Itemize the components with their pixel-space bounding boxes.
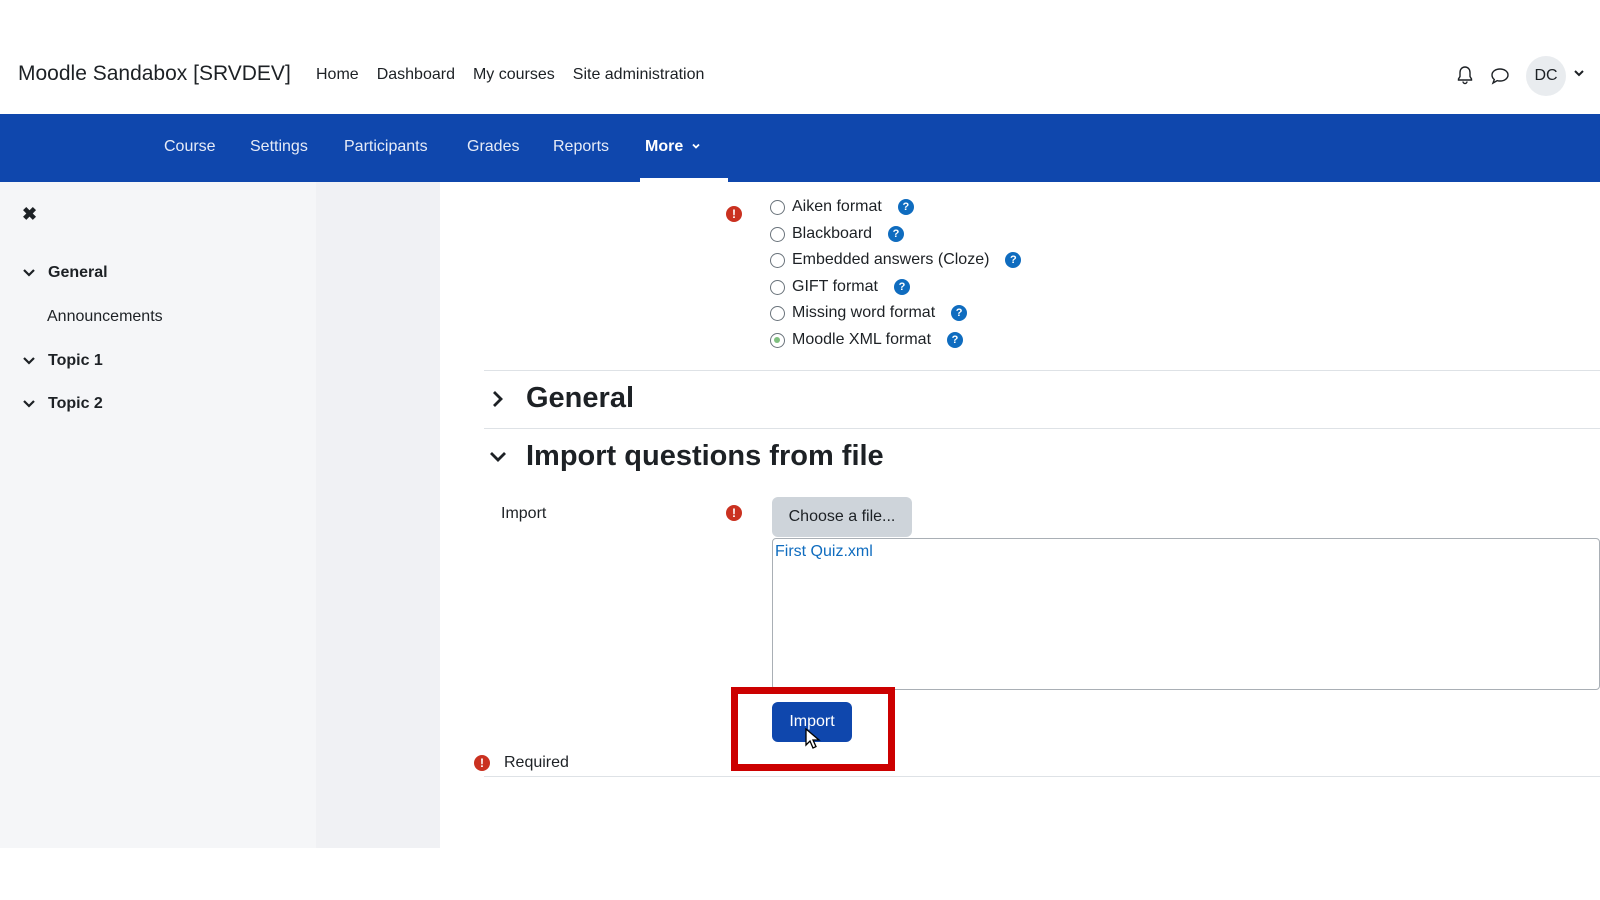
format-label[interactable]: Aiken format [792, 198, 882, 216]
divider [484, 428, 1600, 429]
close-icon[interactable]: ✖ [22, 204, 37, 225]
tab-participants[interactable]: Participants [344, 138, 428, 156]
tab-course[interactable]: Course [164, 138, 216, 156]
tab-grades[interactable]: Grades [467, 138, 519, 156]
radio-button[interactable] [770, 279, 785, 295]
section-title[interactable]: Import questions from file [526, 440, 884, 473]
chevron-down-icon[interactable] [488, 447, 508, 467]
drawer-section-topic-1[interactable]: Topic 1 [22, 352, 103, 370]
format-option-moodle-xml[interactable]: Moodle XML format ? [770, 331, 964, 349]
tab-reports[interactable]: Reports [553, 138, 609, 156]
tab-settings[interactable]: Settings [250, 138, 308, 156]
drawer-section-label: Topic 2 [48, 395, 103, 412]
format-label[interactable]: Moodle XML format [792, 331, 931, 349]
help-icon[interactable]: ? [947, 332, 964, 348]
nav-dashboard[interactable]: Dashboard [377, 66, 455, 84]
divider [484, 370, 1600, 371]
format-option-gift[interactable]: GIFT format ? [770, 278, 910, 296]
divider [484, 776, 1600, 777]
user-tools: DC [1400, 54, 1600, 96]
secondary-navigation: Course Settings Participants Grades Repo… [0, 114, 1600, 182]
chevron-down-icon[interactable] [22, 266, 36, 280]
section-general-header[interactable]: General [488, 382, 634, 415]
required-icon: ! [474, 755, 490, 771]
format-label[interactable]: Blackboard [792, 225, 872, 243]
choose-file-button[interactable]: Choose a file... [772, 497, 912, 537]
selected-file-link[interactable]: First Quiz.xml [775, 543, 873, 561]
avatar[interactable]: DC [1526, 56, 1566, 96]
radio-button-checked[interactable] [770, 332, 785, 348]
bell-icon[interactable] [1455, 65, 1475, 85]
required-note: Required [504, 754, 569, 771]
nav-home[interactable]: Home [316, 66, 359, 84]
format-label[interactable]: Missing word format [792, 304, 935, 322]
main-content: ! Aiken format ? Blackboard ? Embedded a… [440, 182, 1600, 848]
chevron-down-icon [692, 143, 700, 149]
tab-more-label: More [645, 138, 684, 155]
format-label[interactable]: GIFT format [792, 278, 878, 296]
format-option-blackboard[interactable]: Blackboard ? [770, 225, 905, 243]
drawer-section-topic-2[interactable]: Topic 2 [22, 395, 103, 413]
tab-more[interactable]: More [645, 138, 701, 156]
chevron-right-icon[interactable] [488, 389, 508, 409]
radio-button[interactable] [770, 252, 785, 268]
format-option-missing-word[interactable]: Missing word format ? [770, 304, 968, 322]
drawer-item-announcements[interactable]: Announcements [47, 308, 163, 326]
chevron-down-icon[interactable] [22, 354, 36, 368]
drawer-section-label: General [48, 264, 108, 281]
primary-navigation: Home Dashboard My courses Site administr… [316, 66, 722, 84]
nav-my-courses[interactable]: My courses [473, 66, 555, 84]
radio-button[interactable] [770, 226, 785, 242]
section-import-header[interactable]: Import questions from file [488, 440, 884, 473]
format-option-aiken[interactable]: Aiken format ? [770, 198, 914, 216]
drawer-section-label: Topic 1 [48, 352, 103, 369]
radio-button[interactable] [770, 199, 785, 215]
chat-icon[interactable] [1490, 66, 1510, 86]
format-option-cloze[interactable]: Embedded answers (Cloze) ? [770, 251, 1022, 269]
chevron-down-icon[interactable] [1572, 66, 1586, 80]
required-icon: ! [726, 206, 742, 222]
required-icon: ! [726, 505, 742, 521]
help-icon[interactable]: ? [951, 305, 968, 321]
help-icon[interactable]: ? [893, 279, 910, 295]
page-gutter [316, 182, 440, 848]
file-drop-area[interactable]: First Quiz.xml [772, 538, 1600, 690]
mouse-cursor-icon [805, 728, 821, 749]
section-title[interactable]: General [526, 382, 634, 415]
format-label[interactable]: Embedded answers (Cloze) [792, 251, 989, 269]
import-field-label: Import [501, 505, 547, 522]
help-icon[interactable]: ? [888, 226, 905, 242]
radio-button[interactable] [770, 305, 785, 321]
site-name[interactable]: Moodle Sandabox [SRVDEV] [18, 62, 291, 86]
nav-site-administration[interactable]: Site administration [573, 66, 705, 84]
help-icon[interactable]: ? [1005, 252, 1022, 268]
chevron-down-icon[interactable] [22, 397, 36, 411]
course-index-drawer: ✖ General Announcements Topic 1 Topic 2 [0, 182, 316, 848]
top-navbar: Moodle Sandabox [SRVDEV] Home Dashboard … [0, 36, 1600, 114]
help-icon[interactable]: ? [897, 199, 914, 215]
drawer-section-general[interactable]: General [22, 264, 108, 282]
